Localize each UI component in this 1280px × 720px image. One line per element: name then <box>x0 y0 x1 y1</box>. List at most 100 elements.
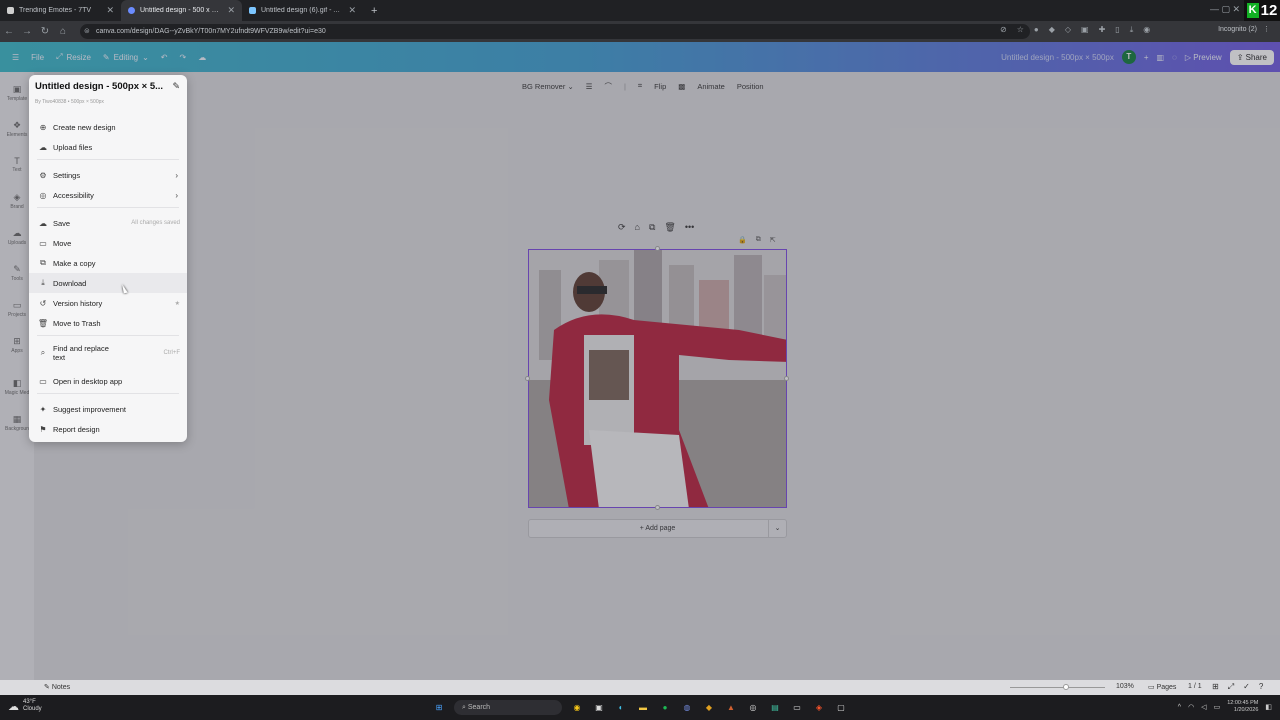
tab-favicon-icon <box>7 7 14 14</box>
obs-icon[interactable]: ◎ <box>746 701 760 715</box>
taskbar-search[interactable]: ⌕ Search <box>454 700 562 715</box>
window-controls[interactable]: — ▢ ✕ <box>1210 4 1240 15</box>
app-icon[interactable]: ▢ <box>834 701 848 715</box>
divider <box>37 335 179 336</box>
grid-view-icon[interactable]: ⊞ <box>1212 682 1219 692</box>
fullscreen-icon[interactable]: ⤢ <box>1228 682 1234 692</box>
weather-temp: 43°F <box>23 699 36 705</box>
tab-favicon-icon <box>128 7 135 14</box>
menu-item-upload-files[interactable]: ☁ Upload files <box>29 137 187 157</box>
close-tab-icon[interactable]: ✕ <box>106 5 114 16</box>
file-menu-title[interactable]: Untitled design - 500px × 5... <box>35 81 163 92</box>
search-label: Search <box>467 704 491 711</box>
battery-icon[interactable]: ▭ <box>1214 703 1221 711</box>
chevron-right-icon: › <box>175 170 178 180</box>
close-tab-icon[interactable]: ✕ <box>348 5 356 16</box>
wifi-icon[interactable]: ◠ <box>1188 703 1194 711</box>
app-icon[interactable]: ◆ <box>702 701 716 715</box>
extension-icon[interactable]: ▣ <box>1081 25 1089 35</box>
zoom-level[interactable]: 103% <box>1116 683 1134 690</box>
app-icon[interactable]: ▲ <box>724 701 738 715</box>
zoom-slider-track[interactable] <box>1010 687 1105 688</box>
menu-item-save[interactable]: ☁ Save All changes saved <box>29 213 187 233</box>
notification-icon[interactable]: ◧ <box>1265 703 1272 711</box>
accessibility-icon: ◎ <box>39 190 47 200</box>
forward-icon[interactable]: → <box>18 26 36 37</box>
modal-dim-overlay[interactable] <box>0 42 1280 695</box>
menu-item-move-to-trash[interactable]: 🗑 Move to Trash <box>29 313 187 333</box>
menu-item-open-in-desktop-app[interactable]: ▭ Open in desktop app <box>29 371 187 391</box>
menu-item-settings[interactable]: ⚙ Settings › <box>29 165 187 185</box>
menu-item-find-and-replace[interactable]: ⌕ Find and replace text Ctrl+F <box>29 341 187 365</box>
back-icon[interactable]: ← <box>0 26 18 37</box>
extension-icon[interactable]: ● <box>1034 25 1039 35</box>
windows-start-icon[interactable]: ⊞ <box>432 701 446 715</box>
plus-circle-icon: ⊕ <box>39 122 47 132</box>
cloud-icon: ☁ <box>8 700 19 713</box>
pages-label: Pages <box>1156 684 1177 691</box>
divider <box>37 159 179 160</box>
menu-item-label: Settings <box>53 170 81 180</box>
chrome-icon[interactable]: ◉ <box>570 701 584 715</box>
task-view-icon[interactable]: ▣ <box>592 701 606 715</box>
pages-button[interactable]: ▭ Pages <box>1148 683 1176 691</box>
download-icon: ⤓ <box>41 278 45 287</box>
extension-icon[interactable]: ◆ <box>1049 25 1055 35</box>
edge-icon[interactable]: ◐ <box>614 701 628 715</box>
menu-item-label: Open in desktop app <box>53 376 123 386</box>
new-tab-button[interactable]: + <box>363 5 385 17</box>
sidebar-icon[interactable]: ▯ <box>1115 25 1119 35</box>
close-tab-icon[interactable]: ✕ <box>227 5 235 16</box>
cloud-icon: ☁ <box>39 218 47 228</box>
incognito-indicator[interactable]: Incognito (2) ⋮ <box>1218 25 1270 34</box>
gear-icon: ⚙ <box>39 170 47 180</box>
menu-item-label: Download <box>53 278 87 288</box>
menu-item-download[interactable]: ⤓ Download <box>29 273 187 293</box>
help-icon[interactable]: ? <box>1259 682 1263 692</box>
history-icon: ↺ <box>39 298 47 308</box>
chevron-up-icon[interactable]: ^ <box>1178 704 1181 711</box>
menu-item-make-a-copy[interactable]: ⧉ Make a copy <box>29 253 187 273</box>
clock[interactable]: 12:00:45 PM 1/20/2026 <box>1227 700 1258 714</box>
extension-icon[interactable]: ◇ <box>1065 25 1071 35</box>
menu-item-report-design[interactable]: ⚑ Report design <box>29 419 187 439</box>
clock-time: 12:00:45 PM <box>1227 700 1259 706</box>
puzzle-icon[interactable]: ✚ <box>1099 25 1106 35</box>
reload-icon[interactable]: ↻ <box>36 26 54 37</box>
eye-off-icon[interactable]: ⊘ <box>1000 25 1007 35</box>
notes-label: Notes <box>51 684 71 691</box>
download-icon[interactable]: ⤓ <box>1130 25 1134 35</box>
discord-icon[interactable]: ◍ <box>680 701 694 715</box>
browser-tab-active[interactable]: Untitled design - 500 x 500px ✕ <box>121 0 242 21</box>
menu-item-version-history[interactable]: ↺ Version history ★ <box>29 293 187 313</box>
home-icon[interactable]: ⌂ <box>54 26 72 37</box>
edit-title-icon[interactable]: ✎ <box>172 81 180 92</box>
menu-item-label: Report design <box>53 424 100 434</box>
menu-item-move[interactable]: ▭ Move <box>29 233 187 253</box>
file-explorer-icon[interactable]: ▬ <box>636 701 650 715</box>
check-icon[interactable]: ✓ <box>1243 682 1250 692</box>
menu-item-label: Suggest improvement <box>53 404 126 414</box>
profile-icon[interactable]: ◉ <box>1143 25 1150 35</box>
browser-tab[interactable]: Trending Emotes - 7TV ✕ <box>0 0 121 21</box>
incognito-label: Incognito (2) <box>1218 25 1257 33</box>
menu-item-accessibility[interactable]: ◎ Accessibility › <box>29 185 187 205</box>
menu-item-create-new-design[interactable]: ⊕ Create new design <box>29 117 187 137</box>
flag-icon: ⚑ <box>39 424 47 434</box>
browser-tab[interactable]: Untitled design (6).gif - Animat ✕ <box>242 0 363 21</box>
terminal-icon[interactable]: ▭ <box>790 701 804 715</box>
spotify-icon[interactable]: ● <box>658 701 672 715</box>
k-badge-number: 12 <box>1260 2 1278 19</box>
menu-item-suggest-improvement[interactable]: ✦ Suggest improvement <box>29 399 187 419</box>
weather-widget[interactable]: ☁ 43°F Cloudy <box>8 699 42 713</box>
bookmark-star-icon[interactable]: ☆ <box>1017 25 1024 35</box>
more-menu-icon[interactable]: ⋮ <box>1263 25 1270 33</box>
app-icon[interactable]: ▤ <box>768 701 782 715</box>
url-field[interactable]: canva.com/design/DAG--yZvBkY/T00n7MY2ufn… <box>80 24 1030 39</box>
brave-icon[interactable]: ◈ <box>812 701 826 715</box>
volume-icon[interactable]: ◁ <box>1201 703 1206 711</box>
zoom-slider-handle[interactable] <box>1063 684 1069 690</box>
menu-item-label: Upload files <box>53 142 93 152</box>
notes-button[interactable]: ✎ Notes <box>44 683 70 691</box>
address-bar-row: ← → ↻ ⌂ canva.com/design/DAG--yZvBkY/T00… <box>0 21 1280 42</box>
